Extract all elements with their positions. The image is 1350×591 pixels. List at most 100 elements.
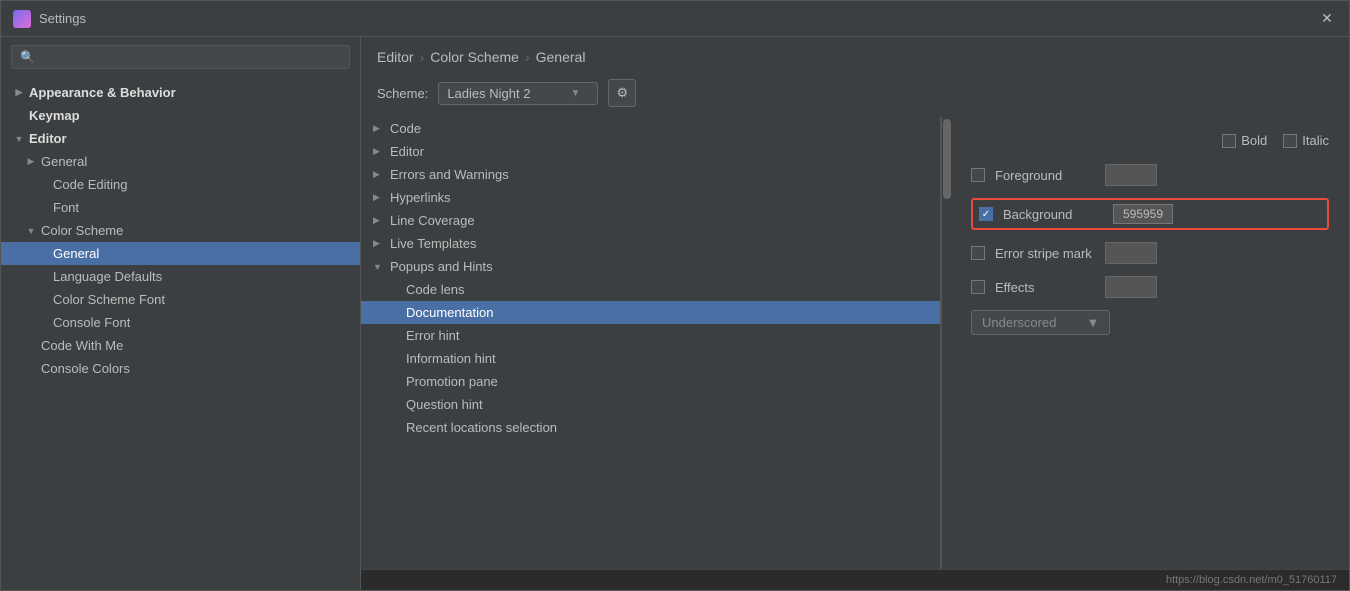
scheme-item-promotion[interactable]: Promotion pane	[361, 370, 940, 393]
sidebar-item-label: Keymap	[29, 108, 80, 123]
underscored-dropdown[interactable]: Underscored ▼	[971, 310, 1110, 335]
sidebar-item-color-scheme-font[interactable]: Color Scheme Font	[1, 288, 360, 311]
chevron-icon	[389, 400, 401, 410]
sidebar-item-label: Language Defaults	[53, 269, 162, 284]
scheme-item-label: Code	[390, 121, 421, 136]
chevron-icon	[389, 308, 401, 318]
sidebar-item-font[interactable]: Font	[1, 196, 360, 219]
scheme-item-live-templates[interactable]: ▶ Live Templates	[361, 232, 940, 255]
sidebar-item-general[interactable]: ▶ General	[1, 150, 360, 173]
scheme-label: Scheme:	[377, 86, 428, 101]
effects-color-swatch[interactable]	[1105, 276, 1157, 298]
chevron-icon: ▶	[25, 156, 37, 167]
sidebar-item-console-colors[interactable]: Console Colors	[1, 357, 360, 380]
sidebar-item-code-with-me[interactable]: Code With Me	[1, 334, 360, 357]
scheme-item-errors[interactable]: ▶ Errors and Warnings	[361, 163, 940, 186]
breadcrumb-general: General	[536, 49, 586, 65]
sidebar-item-label: Color Scheme	[41, 223, 123, 238]
chevron-icon	[25, 341, 37, 351]
scheme-tree: ▶ Code ▶ Editor ▶ Errors and Warnings	[361, 117, 941, 569]
search-input[interactable]	[40, 50, 341, 64]
gear-button[interactable]: ⚙	[608, 79, 636, 107]
sidebar-item-editor[interactable]: ▼ Editor	[1, 127, 360, 150]
bold-item: Bold	[1222, 133, 1267, 148]
scheme-item-error-hint[interactable]: Error hint	[361, 324, 940, 347]
scheme-item-label: Recent locations selection	[406, 420, 557, 435]
scheme-item-label: Information hint	[406, 351, 496, 366]
background-checkbox[interactable]: ✓	[979, 207, 993, 221]
chevron-icon	[37, 272, 49, 282]
italic-checkbox[interactable]	[1283, 134, 1297, 148]
search-box[interactable]: 🔍	[11, 45, 350, 69]
bold-checkbox[interactable]	[1222, 134, 1236, 148]
chevron-icon: ▶	[373, 238, 385, 249]
url-bar: https://blog.csdn.net/m0_51760117	[361, 569, 1349, 590]
chevron-icon	[25, 364, 37, 374]
sidebar-item-console-font[interactable]: Console Font	[1, 311, 360, 334]
scheme-item-label: Code lens	[406, 282, 465, 297]
effects-checkbox[interactable]	[971, 280, 985, 294]
underscored-value: Underscored	[982, 315, 1056, 330]
chevron-icon	[389, 377, 401, 387]
scheme-item-code[interactable]: ▶ Code	[361, 117, 940, 140]
sidebar-item-label: Appearance & Behavior	[29, 85, 176, 100]
error-stripe-row: Error stripe mark	[971, 242, 1329, 264]
sidebar-item-code-editing[interactable]: Code Editing	[1, 173, 360, 196]
chevron-icon	[389, 331, 401, 341]
properties-panel: Bold Italic Foreground	[951, 117, 1349, 569]
error-stripe-checkbox[interactable]	[971, 246, 985, 260]
chevron-icon	[389, 354, 401, 364]
chevron-icon	[389, 423, 401, 433]
scheme-item-documentation[interactable]: Documentation	[361, 301, 940, 324]
sidebar-item-keymap[interactable]: Keymap	[1, 104, 360, 127]
gear-icon: ⚙	[616, 85, 628, 101]
scrollbar-track[interactable]	[941, 117, 951, 569]
chevron-icon	[37, 180, 49, 190]
scheme-item-info-hint[interactable]: Information hint	[361, 347, 940, 370]
foreground-color-swatch[interactable]	[1105, 164, 1157, 186]
background-label: Background	[1003, 207, 1103, 222]
scheme-dropdown[interactable]: Ladies Night 2 ▼	[438, 82, 598, 105]
breadcrumb-color-scheme: Color Scheme	[430, 49, 519, 65]
background-color-value[interactable]: 595959	[1113, 204, 1173, 224]
foreground-label: Foreground	[995, 168, 1095, 183]
scheme-item-recent-locations[interactable]: Recent locations selection	[361, 416, 940, 439]
error-stripe-color-swatch[interactable]	[1105, 242, 1157, 264]
sidebar-item-label: Console Colors	[41, 361, 130, 376]
sidebar-item-color-scheme[interactable]: ▼ Color Scheme	[1, 219, 360, 242]
chevron-icon: ▶	[373, 123, 385, 134]
chevron-icon	[13, 111, 25, 121]
scheme-value: Ladies Night 2	[447, 86, 530, 101]
sidebar-item-appearance[interactable]: ▶ Appearance & Behavior	[1, 81, 360, 104]
main-content: Editor › Color Scheme › General Scheme: …	[361, 37, 1349, 590]
chevron-down-icon: ▼	[570, 88, 580, 99]
sidebar-item-language-defaults[interactable]: Language Defaults	[1, 265, 360, 288]
scheme-item-code-lens[interactable]: Code lens	[361, 278, 940, 301]
foreground-checkbox[interactable]	[971, 168, 985, 182]
breadcrumb-sep2: ›	[525, 49, 530, 65]
sidebar-item-label: Font	[53, 200, 79, 215]
chevron-icon: ▼	[25, 226, 37, 236]
breadcrumb: Editor › Color Scheme › General	[361, 37, 1349, 73]
scheme-item-line-coverage[interactable]: ▶ Line Coverage	[361, 209, 940, 232]
close-button[interactable]: ✕	[1317, 9, 1337, 29]
check-mark-icon: ✓	[982, 209, 990, 220]
sidebar-item-label: Code Editing	[53, 177, 127, 192]
scheme-item-editor[interactable]: ▶ Editor	[361, 140, 940, 163]
sidebar-item-label: Code With Me	[41, 338, 123, 353]
chevron-icon	[37, 318, 49, 328]
scheme-row: Scheme: Ladies Night 2 ▼ ⚙	[361, 73, 1349, 117]
sidebar-item-label: Console Font	[53, 315, 130, 330]
scheme-item-hyperlinks[interactable]: ▶ Hyperlinks	[361, 186, 940, 209]
content-area: 🔍 ▶ Appearance & Behavior Keymap ▼ Edito…	[1, 37, 1349, 590]
sidebar-item-general-selected[interactable]: General	[1, 242, 360, 265]
scrollbar-thumb[interactable]	[943, 119, 951, 199]
scheme-item-question-hint[interactable]: Question hint	[361, 393, 940, 416]
scheme-item-label: Live Templates	[390, 236, 476, 251]
scheme-item-popups[interactable]: ▼ Popups and Hints	[361, 255, 940, 278]
sidebar-item-label: General	[53, 246, 99, 261]
chevron-icon: ▶	[13, 87, 25, 98]
chevron-icon: ▼	[373, 262, 385, 272]
scheme-item-label: Errors and Warnings	[390, 167, 509, 182]
error-stripe-label: Error stripe mark	[995, 246, 1095, 261]
